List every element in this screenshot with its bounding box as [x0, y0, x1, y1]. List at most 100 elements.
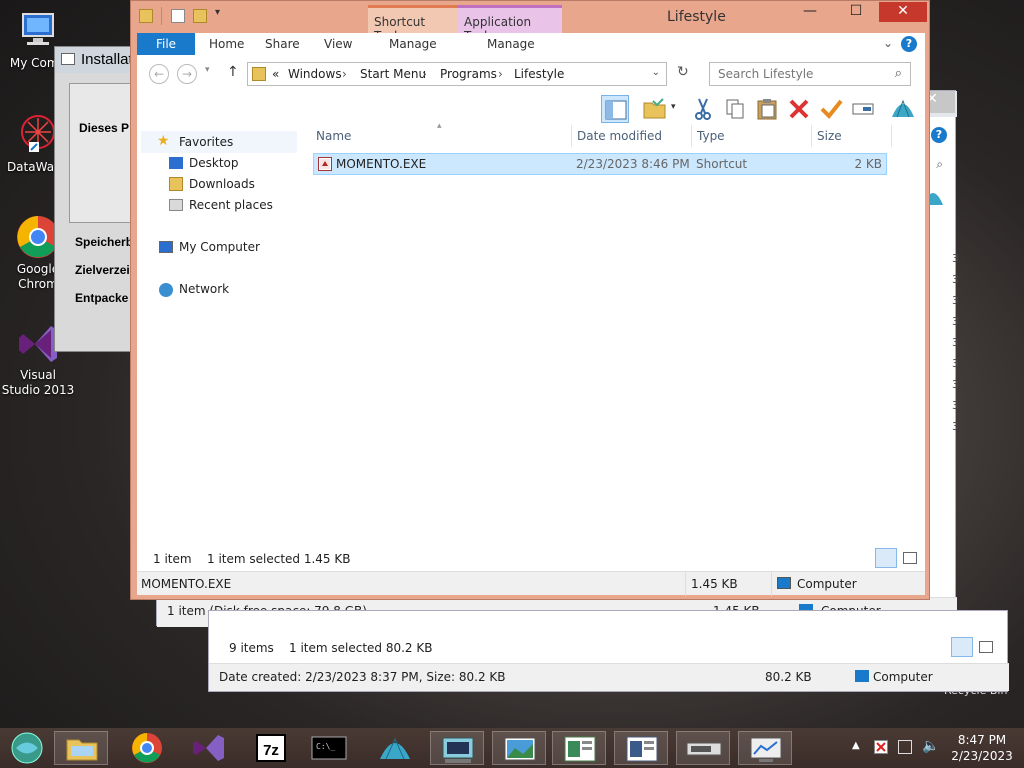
svg-text:7z: 7z	[263, 742, 279, 759]
details-view-icon[interactable]	[951, 637, 973, 657]
folder-dropdown-icon[interactable]: ▾	[671, 102, 676, 112]
taskbar-command-prompt[interactable]: C:\_	[302, 731, 356, 765]
address-dropdown-icon[interactable]: ⌄	[652, 67, 660, 78]
address-bar[interactable]: « Windows › Start Menu › Programs › Life…	[247, 62, 667, 86]
breadcrumb-programs[interactable]: Programs	[440, 67, 497, 81]
checkmark-icon[interactable]	[817, 95, 845, 123]
background2-items-count: 9 items	[229, 641, 274, 655]
cut-icon[interactable]	[689, 95, 717, 123]
breadcrumb-start-menu[interactable]: Start Menu	[360, 67, 426, 81]
search-placeholder: Search Lifestyle	[718, 67, 814, 81]
column-date-modified[interactable]: Date modified	[577, 129, 662, 143]
tab-view[interactable]: View	[324, 33, 352, 55]
new-folder-icon[interactable]	[193, 9, 207, 23]
ribbon-tabs: File Home Share View Manage Manage ⌄ ?	[137, 33, 925, 55]
background2-location: Computer	[873, 670, 933, 684]
taskbar-vcdi-app[interactable]	[430, 731, 484, 765]
taskbar-document-app-1[interactable]	[552, 731, 606, 765]
copy-icon[interactable]	[721, 95, 749, 123]
preview-pane-icon[interactable]	[601, 95, 629, 123]
background-row-marks: 3 3 3 3 3 3 3 3 3	[952, 252, 959, 433]
help-icon[interactable]: ?	[901, 36, 917, 52]
svg-text:C:\_: C:\_	[316, 742, 335, 751]
installer-label-ziel: Zielverzei	[75, 263, 130, 277]
taskbar-document-app-2[interactable]	[614, 731, 668, 765]
taskbar-drive-app[interactable]	[676, 731, 730, 765]
tab-manage-application[interactable]: Manage	[487, 33, 535, 55]
navigation-pane: ★ Favorites Desktop Downloads Recent pla…	[137, 125, 297, 545]
taskbar-visual-studio[interactable]	[182, 731, 236, 765]
paste-icon[interactable]	[753, 95, 781, 123]
downloads-icon	[169, 177, 183, 191]
folder-icon	[139, 9, 153, 23]
column-name[interactable]: Name	[316, 129, 351, 143]
minimize-button[interactable]: —	[787, 2, 833, 22]
maximize-button[interactable]: ☐	[833, 2, 879, 22]
taskbar-file-explorer[interactable]	[54, 731, 108, 765]
close-button[interactable]: ✕	[879, 2, 927, 22]
details-view-icon[interactable]	[875, 548, 897, 568]
properties-icon[interactable]	[171, 9, 185, 23]
tab-file[interactable]: File	[137, 33, 195, 55]
action-center-icon[interactable]	[874, 740, 888, 754]
taskbar-chrome[interactable]	[120, 731, 174, 765]
search-input[interactable]: Search Lifestyle ⌕	[709, 62, 911, 86]
volume-icon[interactable]: 🔈	[922, 738, 939, 754]
explorer-window[interactable]: ▾ Shortcut Tools Application Tools Lifes…	[130, 0, 930, 600]
favorites-header[interactable]: ★ Favorites	[141, 131, 297, 153]
recent-locations-icon[interactable]: ▾	[205, 65, 210, 75]
breadcrumb-windows[interactable]: Windows	[288, 67, 342, 81]
tab-home[interactable]: Home	[209, 33, 244, 55]
nav-network[interactable]: Network	[179, 282, 229, 296]
network-tray-icon[interactable]	[898, 740, 912, 754]
large-icons-view-icon[interactable]	[903, 552, 917, 564]
nav-my-computer[interactable]: My Computer	[179, 240, 260, 254]
help-icon[interactable]: ?	[931, 127, 947, 143]
forward-button[interactable]: →	[177, 64, 197, 84]
taskbar-7zip[interactable]: 7z	[244, 731, 298, 765]
background2-size: 80.2 KB	[765, 670, 812, 684]
clock[interactable]: 8:47 PM 2/23/2023	[950, 732, 1014, 764]
open-folder-icon[interactable]	[641, 95, 669, 123]
nav-recent-places[interactable]: Recent places	[189, 198, 273, 212]
start-button[interactable]	[2, 731, 52, 765]
background2-details-bar: Date created: 2/23/2023 8:37 PM, Size: 8…	[209, 663, 1009, 691]
breadcrumb-prefix[interactable]: «	[272, 67, 279, 81]
refresh-icon[interactable]: ↻	[677, 64, 689, 80]
search-icon[interactable]: ⌕	[936, 157, 943, 172]
up-button[interactable]: ↑	[227, 64, 239, 80]
installer-window-icon	[61, 53, 75, 65]
search-icon[interactable]: ⌕	[895, 66, 902, 81]
sort-ascending-icon: ▴	[437, 121, 442, 131]
column-size[interactable]: Size	[817, 129, 842, 143]
tab-share[interactable]: Share	[265, 33, 300, 55]
table-row[interactable]: MOMENTO.EXE 2/23/2023 8:46 PM Shortcut 2…	[313, 153, 887, 175]
show-hidden-icons[interactable]: ▲	[852, 740, 860, 751]
shell-icon[interactable]	[889, 95, 917, 123]
delete-icon[interactable]	[785, 95, 813, 123]
toolbar: ▾	[137, 93, 925, 125]
expand-ribbon-icon[interactable]: ⌄	[883, 36, 893, 50]
quick-access-dropdown-icon[interactable]: ▾	[215, 7, 220, 18]
nav-desktop[interactable]: Desktop	[189, 156, 239, 170]
context-tab-shortcut-tools[interactable]: Shortcut Tools	[368, 5, 458, 43]
status-selected: 1 item selected 1.45 KB	[207, 552, 351, 566]
taskbar-shell-app[interactable]	[368, 731, 422, 765]
tab-manage-shortcut[interactable]: Manage	[389, 33, 437, 55]
computer-icon	[159, 241, 173, 253]
file-type: Shortcut	[696, 157, 748, 171]
large-icons-view-icon[interactable]	[979, 641, 993, 653]
nav-downloads[interactable]: Downloads	[189, 177, 255, 191]
background-explorer-window-2[interactable]: 9 items 1 item selected 80.2 KB Date cre…	[208, 610, 1009, 692]
status-bar: 1 item 1 item selected 1.45 KB	[137, 545, 925, 571]
context-tab-application-tools[interactable]: Application Tools	[458, 5, 562, 43]
taskbar-image-viewer[interactable]	[492, 731, 546, 765]
title-bar[interactable]: ▾ Shortcut Tools Application Tools Lifes…	[131, 1, 929, 43]
file-list: ▴ Name Date modified Type Size	[297, 121, 925, 545]
taskbar-monitor-app[interactable]	[738, 731, 792, 765]
column-type[interactable]: Type	[697, 129, 725, 143]
breadcrumb-lifestyle[interactable]: Lifestyle	[514, 67, 564, 81]
desktop-icon-label: Visual Studio 2013	[1, 368, 75, 397]
back-button[interactable]: ←	[149, 64, 169, 84]
rename-icon[interactable]	[849, 95, 877, 123]
